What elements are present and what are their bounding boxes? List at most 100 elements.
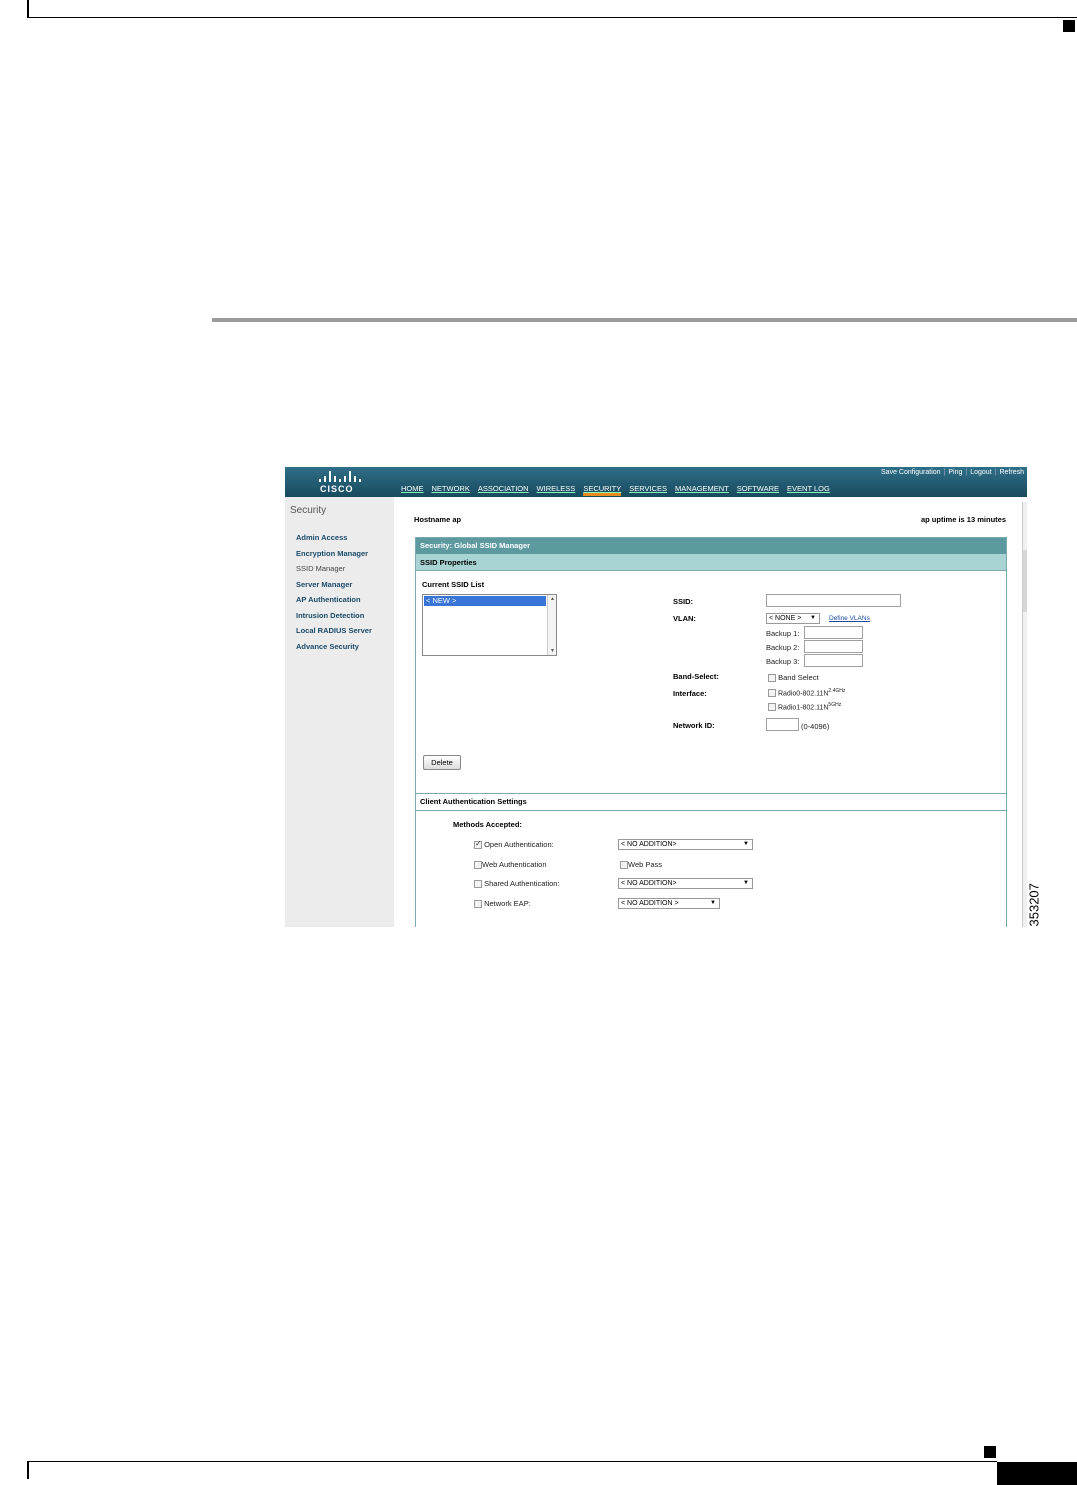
bottom-left-tick <box>27 1461 29 1479</box>
top-right-marker <box>1063 20 1075 32</box>
web-pass-checkbox[interactable] <box>620 861 628 870</box>
band-select-checkbox[interactable] <box>768 674 776 683</box>
top-links: Save Configuration | Ping | Logout | Refresh <box>878 469 1027 476</box>
radio1-band: 5GHz <box>828 702 842 708</box>
ssid-input[interactable] <box>766 594 901 607</box>
uptime-text: ap uptime is 13 minutes <box>920 515 1006 524</box>
sidebar-item-ssid-manager[interactable]: SSID Manager <box>296 561 372 577</box>
backup1-label: Backup 1: <box>766 629 800 638</box>
screenshot-frame: CISCO Save Configuration | Ping | Logout | Ref… <box>285 467 1027 927</box>
open-auth-checkbox[interactable] <box>474 839 482 850</box>
radio1-checkbox[interactable] <box>768 703 776 712</box>
ssid-listbox[interactable]: < NEW > ▲ ▼ <box>422 594 557 656</box>
ssid-label: SSID: <box>673 597 694 606</box>
network-eap-row: Network EAP: <box>474 899 531 909</box>
scrollbar-thumb[interactable] <box>1023 550 1027 612</box>
open-auth-label: Open Authentication: <box>484 840 554 849</box>
web-auth-row: Web Authentication <box>474 860 547 870</box>
network-id-label: Network ID: <box>673 721 715 730</box>
save-configuration-link[interactable]: Save Configuration <box>878 469 944 476</box>
nav-security[interactable]: SECURITY <box>583 484 622 496</box>
radio1-label: Radio1-802.11N <box>777 704 829 712</box>
nav-event-log[interactable]: EVENT LOG <box>787 484 830 496</box>
sidebar-item-local-radius-server[interactable]: Local RADIUS Server <box>296 623 372 639</box>
open-auth-row: Open Authentication: <box>474 839 554 850</box>
network-eap-select-value: < NO ADDITION > <box>621 900 679 907</box>
top-rule <box>27 17 1077 18</box>
backup2-label: Backup 2: <box>766 643 800 652</box>
chevron-down-icon: ▼ <box>710 900 716 906</box>
nav-network[interactable]: NETWORK <box>432 484 470 496</box>
section-divider <box>416 810 1006 811</box>
sidebar-list: Admin Access Encryption Manager SSID Man… <box>296 530 372 654</box>
sidebar-title: Security <box>290 505 327 516</box>
ssid-properties-header: SSID Properties <box>416 554 1006 571</box>
ping-link[interactable]: Ping <box>945 469 965 476</box>
shared-auth-label: Shared Authentication: <box>484 879 560 888</box>
section-divider <box>416 793 1006 794</box>
radio0-band: 2.4GHz <box>828 688 846 694</box>
cisco-logo-text: CISCO <box>320 484 354 494</box>
sidebar-item-server-manager[interactable]: Server Manager <box>296 577 372 593</box>
shared-auth-select[interactable]: < NO ADDITION> ▼ <box>618 878 753 889</box>
app-header: CISCO Save Configuration | Ping | Logout | Ref… <box>285 467 1027 497</box>
chevron-down-icon: ▼ <box>743 880 749 886</box>
radio0-row: Radio0-802.11N2.4GHz <box>768 688 846 698</box>
radio0-label: Radio0-802.11N <box>777 690 829 698</box>
web-auth-checkbox[interactable] <box>474 861 482 870</box>
main-nav: HOME NETWORK ASSOCIATION WIRELESS SECURITY SE… <box>401 484 838 496</box>
logout-link[interactable]: Logout <box>967 469 994 476</box>
page-number-tab <box>997 1462 1077 1485</box>
sidebar-item-admin-access[interactable]: Admin Access <box>296 530 372 546</box>
sidebar: Security Admin Access Encryption Manager… <box>285 497 394 927</box>
document-page: CISCO Save Configuration | Ping | Logout | Ref… <box>0 0 1077 1485</box>
ssid-list-item[interactable]: < NEW > <box>424 596 546 606</box>
chevron-down-icon: ▼ <box>743 841 749 847</box>
web-pass-label: Web Pass <box>628 860 663 869</box>
vlan-select-value: < NONE > <box>769 615 802 622</box>
band-select-row: Band Select <box>768 673 819 683</box>
panel-title: Security: Global SSID Manager <box>416 538 1006 554</box>
define-vlans-link[interactable]: Define VLANs <box>829 615 870 622</box>
band-select-text: Band Select <box>778 673 819 682</box>
shared-auth-select-value: < NO ADDITION> <box>621 880 677 887</box>
sidebar-item-advance-security[interactable]: Advance Security <box>296 639 372 655</box>
sidebar-item-intrusion-detection[interactable]: Intrusion Detection <box>296 608 372 624</box>
nav-wireless[interactable]: WIRELESS <box>537 484 576 496</box>
main-content: Hostname ap ap uptime is 13 minutes Secu… <box>394 497 1027 927</box>
nav-services[interactable]: SERVICES <box>629 484 667 496</box>
refresh-link[interactable]: Refresh <box>996 469 1027 476</box>
listbox-scrollbar[interactable]: ▲ ▼ <box>547 595 556 655</box>
interface-label: Interface: <box>673 689 707 698</box>
web-pass-row: Web Pass <box>620 860 663 870</box>
shared-auth-checkbox[interactable] <box>474 880 482 889</box>
network-id-range: (0-4096) <box>801 722 830 731</box>
cisco-logo-icon <box>319 471 361 482</box>
network-eap-select[interactable]: < NO ADDITION > ▼ <box>618 898 720 909</box>
vlan-select[interactable]: < NONE > ▼ <box>766 613 820 624</box>
section-rule <box>212 318 1077 322</box>
nav-home[interactable]: HOME <box>401 484 424 496</box>
backup2-input[interactable] <box>804 640 863 653</box>
nav-software[interactable]: SOFTWARE <box>737 484 779 496</box>
network-id-input[interactable] <box>766 718 799 731</box>
client-auth-settings-header: Client Authentication Settings <box>420 797 527 806</box>
network-eap-checkbox[interactable] <box>474 900 482 909</box>
web-auth-label: Web Authentication <box>482 860 547 869</box>
nav-management[interactable]: MANAGEMENT <box>675 484 729 496</box>
nav-association[interactable]: ASSOCIATION <box>478 484 529 496</box>
sidebar-item-ap-authentication[interactable]: AP Authentication <box>296 592 372 608</box>
radio0-checkbox[interactable] <box>768 689 776 698</box>
sidebar-item-encryption-manager[interactable]: Encryption Manager <box>296 546 372 562</box>
open-auth-select[interactable]: < NO ADDITION> ▼ <box>618 839 753 850</box>
backup1-input[interactable] <box>804 626 863 639</box>
bottom-right-marker <box>984 1446 996 1458</box>
band-select-label: Band-Select: <box>673 672 719 681</box>
page-scrollbar[interactable] <box>1022 502 1027 927</box>
radio1-row: Radio1-802.11N5GHz <box>768 702 842 712</box>
backup3-input[interactable] <box>804 654 863 667</box>
figure-id-text: 353207 <box>1026 883 1042 927</box>
figure-id: 353207 <box>1026 875 1042 927</box>
shared-auth-row: Shared Authentication: <box>474 879 560 889</box>
delete-button[interactable]: Delete <box>423 755 461 770</box>
